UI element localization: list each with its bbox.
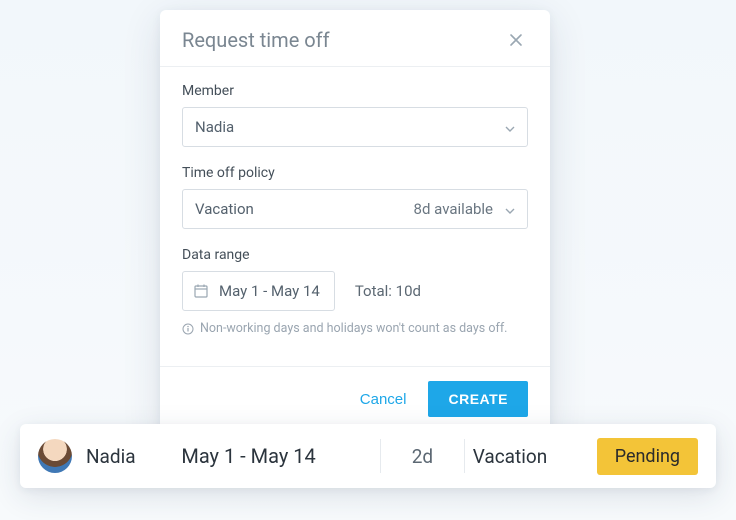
range-note-text: Non-working days and holidays won't coun… bbox=[200, 321, 507, 336]
policy-available: 8d available bbox=[414, 200, 493, 218]
policy-label: Time off policy bbox=[182, 165, 528, 181]
policy-select[interactable]: Vacation 8d available bbox=[182, 189, 528, 229]
chevron-down-icon bbox=[505, 118, 515, 136]
date-range-value: May 1 - May 14 bbox=[219, 282, 320, 300]
row-date-range: May 1 - May 14 bbox=[181, 444, 372, 468]
divider bbox=[380, 439, 381, 473]
modal-body: Member Nadia Time off policy Vacation 8d… bbox=[160, 67, 550, 366]
policy-field: Time off policy Vacation 8d available bbox=[182, 165, 528, 229]
info-icon bbox=[182, 323, 194, 335]
member-label: Member bbox=[182, 83, 528, 99]
avatar bbox=[38, 439, 72, 473]
time-off-row: Nadia May 1 - May 14 2d Vacation Pending bbox=[20, 424, 716, 488]
divider bbox=[464, 439, 465, 473]
row-policy: Vacation bbox=[473, 445, 597, 468]
date-range-picker[interactable]: May 1 - May 14 bbox=[182, 271, 335, 311]
row-member-name: Nadia bbox=[86, 445, 181, 468]
status-badge: Pending bbox=[597, 438, 698, 475]
modal-header: Request time off bbox=[160, 10, 550, 67]
range-note: Non-working days and holidays won't coun… bbox=[182, 321, 528, 336]
create-button[interactable]: CREATE bbox=[428, 381, 528, 417]
row-days: 2d bbox=[389, 445, 456, 468]
close-button[interactable] bbox=[504, 28, 528, 52]
member-field: Member Nadia bbox=[182, 83, 528, 147]
member-select[interactable]: Nadia bbox=[182, 107, 528, 147]
range-label: Data range bbox=[182, 247, 528, 263]
modal-title: Request time off bbox=[182, 28, 330, 52]
member-value: Nadia bbox=[195, 118, 234, 136]
range-total: Total: 10d bbox=[355, 282, 421, 300]
policy-value: Vacation bbox=[195, 200, 254, 218]
cancel-button[interactable]: Cancel bbox=[354, 383, 413, 416]
chevron-down-icon bbox=[505, 200, 515, 218]
close-icon bbox=[508, 32, 524, 48]
request-time-off-modal: Request time off Member Nadia Time off p… bbox=[160, 10, 550, 435]
calendar-icon bbox=[193, 283, 209, 299]
range-field: Data range May 1 - May 14 Total: 10d Non… bbox=[182, 247, 528, 336]
